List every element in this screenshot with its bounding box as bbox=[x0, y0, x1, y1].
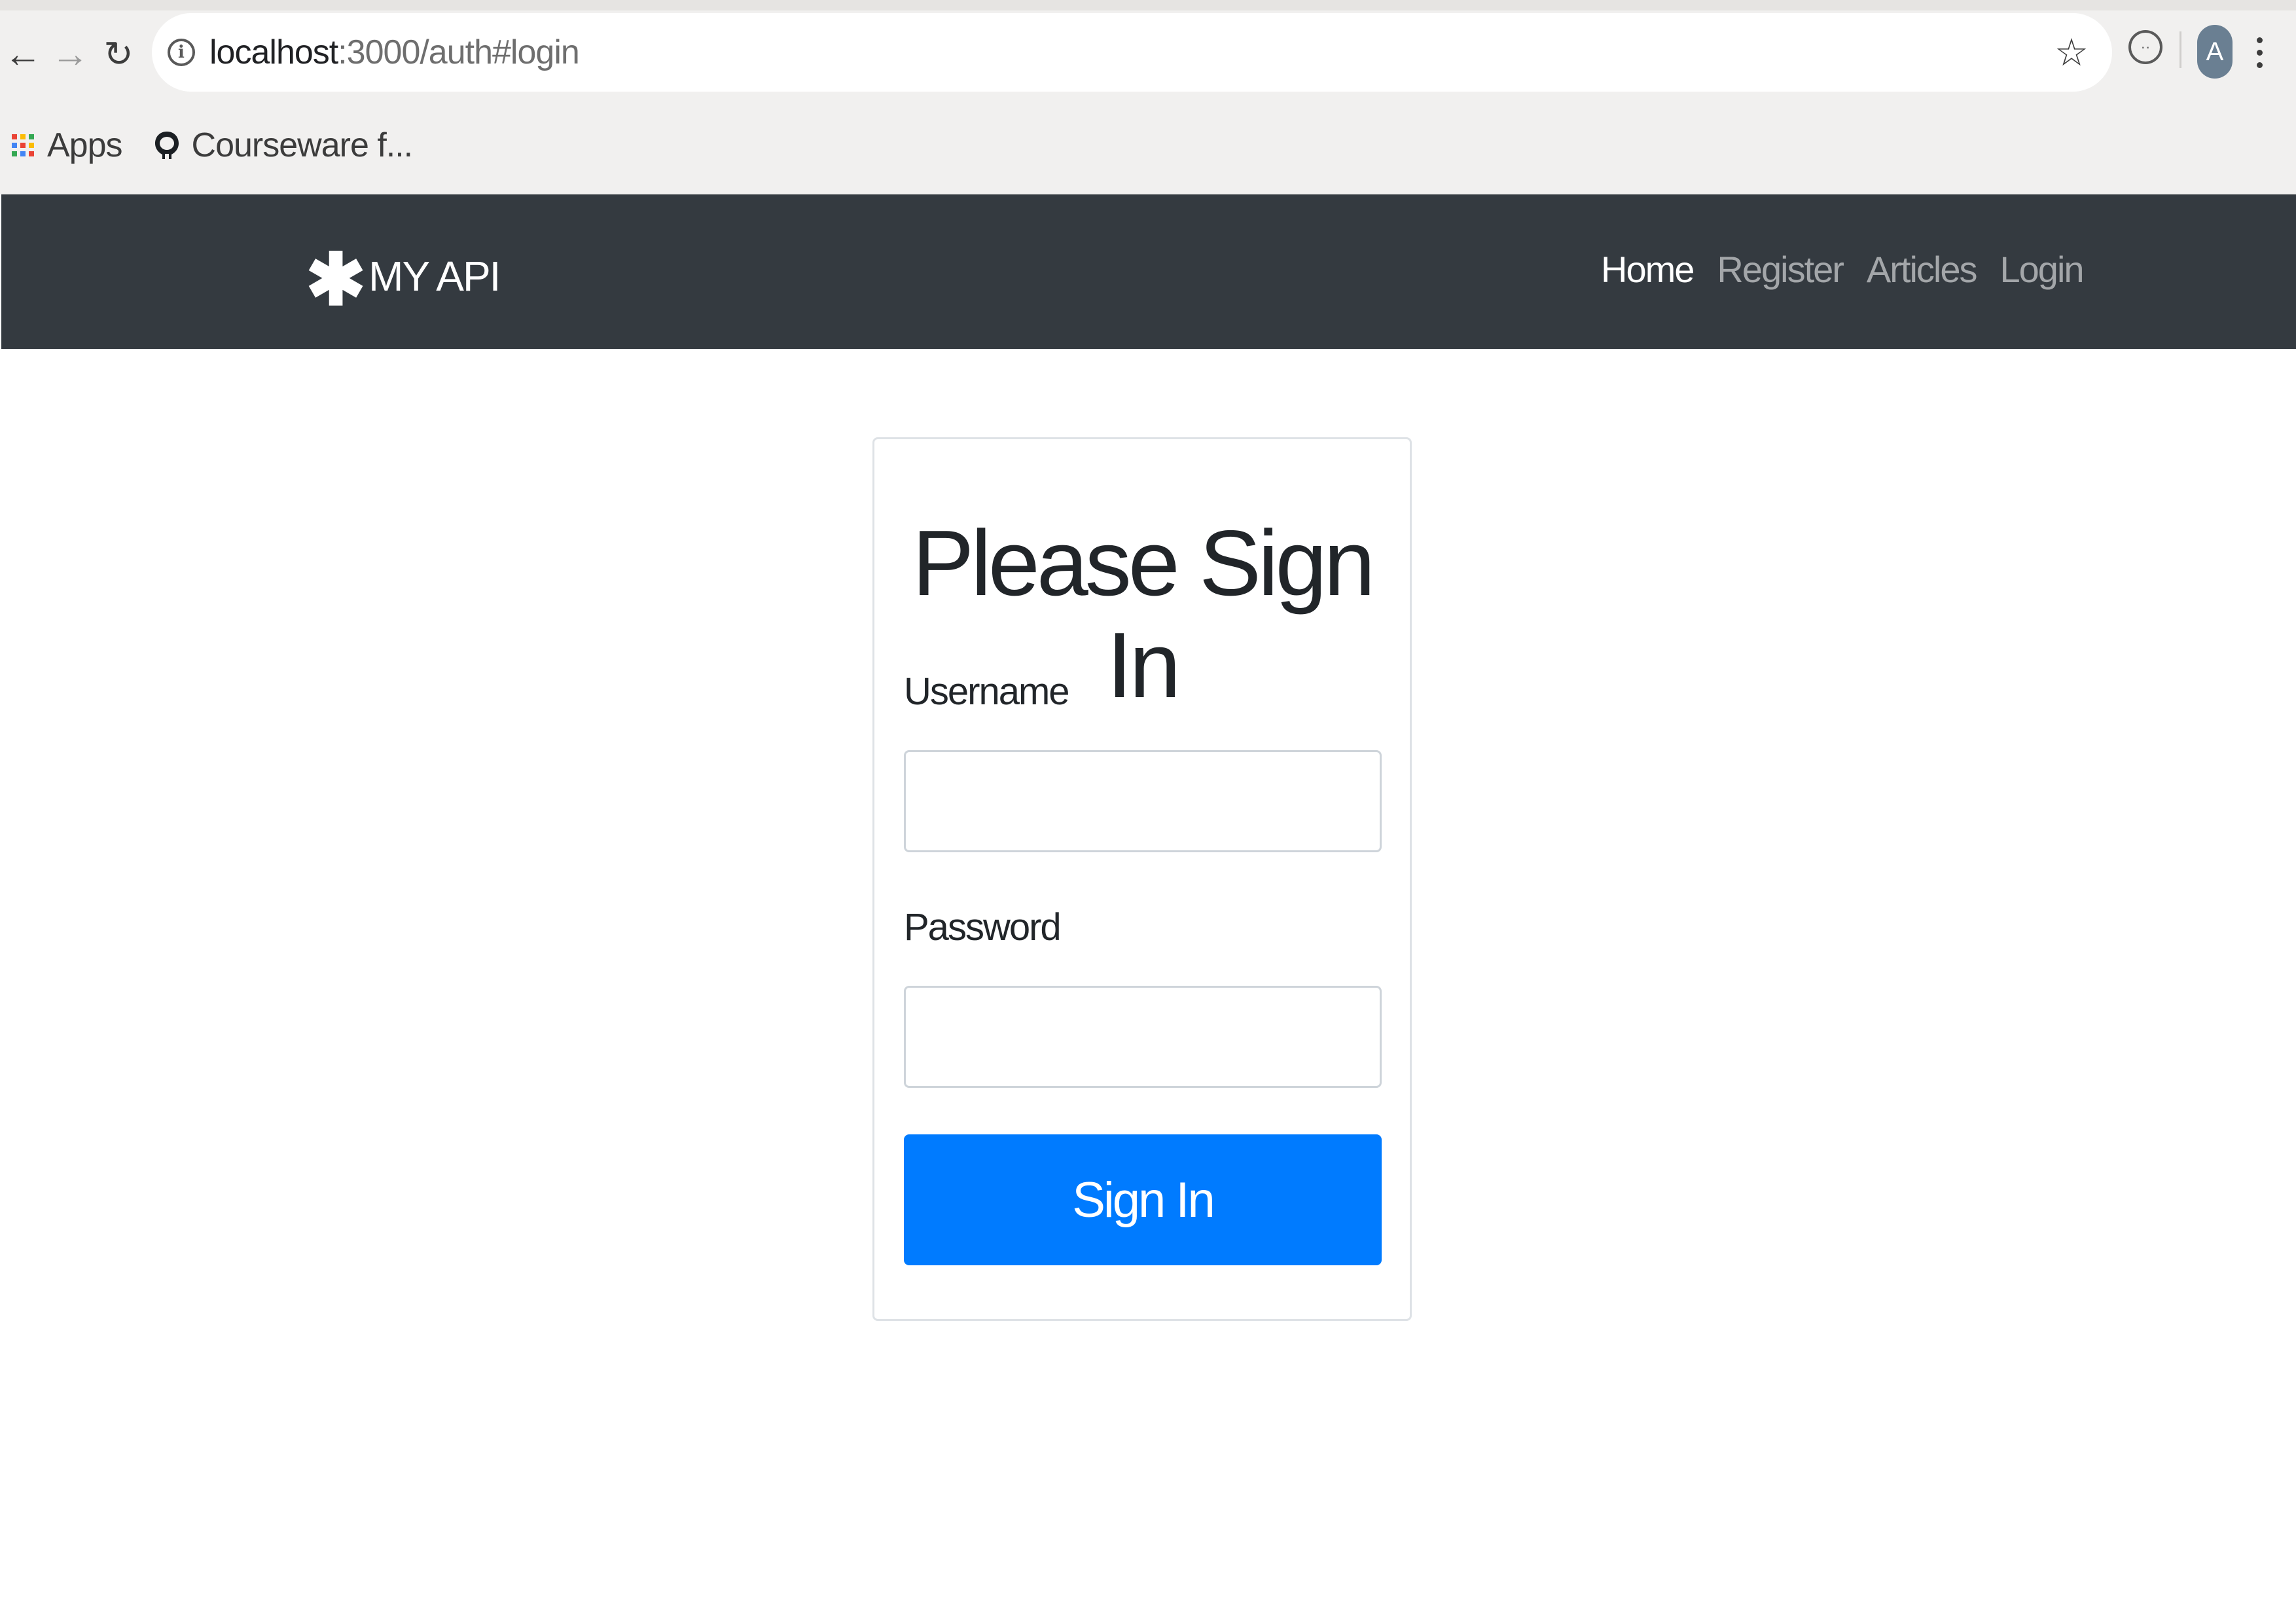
nav-link-login[interactable]: Login bbox=[2000, 248, 2085, 291]
sign-in-button[interactable]: Sign In bbox=[904, 1134, 1382, 1265]
password-label: Password bbox=[904, 906, 1062, 948]
navbar: ✱ MY API Home Register Articles Login bbox=[1, 194, 2296, 349]
bookmark-label: Courseware f... bbox=[191, 126, 414, 164]
bookmark-star-icon[interactable]: ☆ bbox=[2047, 27, 2096, 77]
kebab-menu-icon[interactable] bbox=[2246, 26, 2272, 79]
apps-grid-icon bbox=[12, 134, 34, 156]
tab-strip bbox=[0, 0, 2296, 10]
password-input[interactable] bbox=[904, 986, 1382, 1088]
browser-chrome: ← → ↻ i localhost:3000/auth#login ☆ ·· A… bbox=[0, 0, 2296, 194]
url-path: :3000/auth#login bbox=[338, 33, 580, 71]
arrow-right-icon: → bbox=[51, 33, 89, 75]
username-input[interactable] bbox=[904, 750, 1382, 852]
bookmark-label: Apps bbox=[47, 126, 123, 164]
address-bar[interactable]: i localhost:3000/auth#login ☆ bbox=[152, 13, 2112, 92]
nav-link-articles[interactable]: Articles bbox=[1867, 248, 1978, 291]
profile-avatar[interactable]: A bbox=[2197, 25, 2233, 79]
extension-icon[interactable]: ·· bbox=[2128, 30, 2162, 64]
asterisk-icon: ✱ bbox=[306, 240, 366, 320]
toolbar-divider bbox=[2179, 31, 2181, 68]
url-text[interactable]: localhost:3000/auth#login bbox=[209, 33, 580, 72]
brand-label: MY API bbox=[368, 253, 501, 300]
brand-link[interactable]: ✱ MY API bbox=[306, 240, 501, 316]
back-button[interactable]: ← bbox=[0, 25, 46, 84]
bookmark-apps[interactable]: Apps bbox=[12, 126, 123, 165]
username-label: Username bbox=[904, 670, 1070, 713]
info-icon[interactable]: i bbox=[168, 39, 195, 66]
reload-icon: ↻ bbox=[103, 35, 134, 74]
nav-links: Home Register Articles Login bbox=[1601, 248, 2107, 291]
arrow-left-icon: ← bbox=[4, 33, 42, 75]
forward-button[interactable]: → bbox=[47, 25, 93, 84]
bookmark-courseware[interactable]: Courseware f... bbox=[154, 126, 413, 165]
bookmarks-bar: Apps Courseware f... bbox=[0, 113, 432, 178]
url-host: localhost bbox=[209, 33, 338, 71]
nav-link-home[interactable]: Home bbox=[1601, 248, 1695, 291]
nav-link-register[interactable]: Register bbox=[1717, 248, 1844, 291]
login-card: Please Sign In Username Password Sign In bbox=[872, 437, 1412, 1321]
github-icon bbox=[154, 132, 179, 159]
reload-button[interactable]: ↻ bbox=[96, 25, 141, 84]
